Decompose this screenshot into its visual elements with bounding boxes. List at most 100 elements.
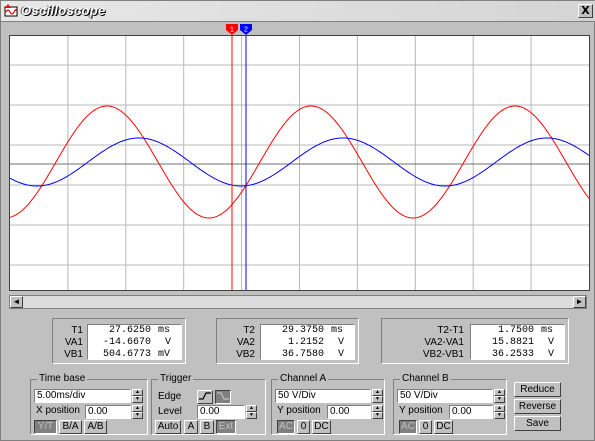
va-diff-label: VA2-VA1	[424, 337, 464, 348]
falling-edge-icon	[217, 392, 229, 400]
channel-a-scale-spinner[interactable]: ▲ ▼	[372, 389, 383, 403]
t1-label: T1	[71, 325, 83, 336]
t1-value: 27.6250	[108, 325, 151, 336]
grid	[10, 36, 589, 290]
vb1-unit: mV	[158, 349, 171, 360]
edge-label: Edge	[158, 391, 182, 402]
channel-b-ac-button[interactable]: AC	[399, 420, 417, 434]
trigger-auto-button[interactable]: Auto	[155, 420, 181, 434]
t2-row: T2 29.3750 ms	[217, 325, 358, 337]
channel-a-ac-button[interactable]: AC	[277, 420, 295, 434]
t2-cursor-handle[interactable]: 2	[240, 24, 252, 35]
trigger-ext-button[interactable]: Ext	[216, 420, 236, 434]
va-diff-value: 15.8821	[491, 337, 534, 348]
t2-cursor-label: 2	[244, 27, 248, 34]
title-bar[interactable]: Oscilloscope X	[1, 1, 595, 22]
scroll-right-button[interactable]: ►	[573, 296, 586, 308]
t1-cursor-label: 1	[230, 27, 234, 34]
spin-up-icon[interactable]: ▲	[372, 389, 383, 396]
t1-cursor-handle[interactable]: 1	[226, 24, 238, 35]
rising-edge-icon	[199, 392, 211, 400]
horizontal-scrollbar[interactable]: ◄ ►	[9, 295, 587, 309]
rising-edge-button[interactable]	[197, 390, 213, 404]
spin-up-icon[interactable]: ▲	[372, 405, 383, 412]
t2-value: 29.3750	[281, 325, 324, 336]
t2-t1-row: T2-T1 1.7500 ms	[382, 325, 568, 337]
timebase-scale-field[interactable]: 5.00ms/div	[34, 389, 131, 403]
channel-a-ypos-spinner[interactable]: ▲ ▼	[372, 405, 383, 419]
channel-b-title: Channel B	[400, 373, 451, 384]
waveform-display	[9, 36, 590, 290]
spin-up-icon[interactable]: ▲	[494, 405, 505, 412]
channel-b-ypos-label: Y position	[399, 405, 443, 416]
t1-row: T1 27.6250 ms	[53, 325, 185, 337]
mode-ab-button[interactable]: A/B	[84, 420, 107, 434]
reverse-button[interactable]: Reverse	[514, 399, 561, 414]
x-position-spinner[interactable]: ▲ ▼	[132, 405, 143, 419]
spin-down-icon[interactable]: ▼	[372, 396, 383, 403]
vb2-value: 36.7580	[281, 349, 324, 360]
spin-up-icon[interactable]: ▲	[246, 405, 257, 412]
spin-down-icon[interactable]: ▼	[132, 412, 143, 419]
channel-a-ypos-field[interactable]: 0.00	[327, 405, 371, 419]
vb-diff-row: VB2-VB1 36.2533 V	[382, 349, 568, 361]
x-position-field[interactable]: 0.00	[85, 405, 131, 419]
vb2-unit: V	[338, 349, 345, 360]
va2-row: VA2 1.2152 V	[217, 337, 358, 349]
vb-diff-label: VB2-VB1	[422, 349, 464, 360]
channel-b-dc-button[interactable]: DC	[434, 420, 453, 434]
trigger-group: Trigger Edge Level 0.00 ▲ ▼ Auto A B Ext	[151, 373, 266, 435]
save-button[interactable]: Save	[514, 416, 561, 431]
t2-unit: ms	[331, 325, 344, 336]
trigger-title: Trigger	[158, 373, 194, 384]
t1-unit: ms	[158, 325, 171, 336]
channel-b-scale-spinner[interactable]: ▲ ▼	[494, 389, 505, 403]
channel-b-ypos-field[interactable]: 0.00	[449, 405, 493, 419]
scroll-left-button[interactable]: ◄	[10, 296, 23, 308]
reduce-button[interactable]: Reduce	[514, 382, 561, 397]
channel-a-scale-field[interactable]: 50 V/Div	[275, 389, 371, 403]
va2-label: VA2	[236, 337, 255, 348]
spin-up-icon[interactable]: ▲	[494, 389, 505, 396]
x-position-label: X position	[36, 405, 80, 416]
level-label: Level	[158, 406, 182, 417]
oscilloscope-window: Oscilloscope X 1 2 ◄ ► T1 27.6250 ms VA1	[0, 0, 595, 441]
mode-ba-button[interactable]: B/A	[59, 420, 82, 434]
timebase-group: Time base 5.00ms/div ▲ ▼ X position 0.00 …	[30, 373, 148, 435]
spin-down-icon[interactable]: ▼	[494, 396, 505, 403]
trigger-level-field[interactable]: 0.00	[197, 405, 245, 419]
channel-a-dc-button[interactable]: DC	[312, 420, 331, 434]
timebase-title: Time base	[37, 373, 88, 384]
channel-a-title: Channel A	[278, 373, 329, 384]
channel-b-scale-field[interactable]: 50 V/Div	[397, 389, 493, 403]
vb2-row: VB2 36.7580 V	[217, 349, 358, 361]
t1-readout-panel: T1 27.6250 ms VA1 -14.6670 V VB1 504.677…	[52, 318, 186, 364]
channel-a-ypos-label: Y position	[277, 405, 321, 416]
va1-unit: V	[165, 337, 172, 348]
channel-b-zero-button[interactable]: 0	[419, 420, 432, 434]
trigger-a-button[interactable]: A	[184, 420, 198, 434]
oscilloscope-screen[interactable]	[9, 35, 590, 291]
t2-t1-value: 1.7500	[497, 325, 534, 336]
spin-down-icon[interactable]: ▼	[246, 412, 257, 419]
spin-down-icon[interactable]: ▼	[132, 396, 143, 403]
vb-diff-value: 36.2533	[491, 349, 534, 360]
mode-yt-button[interactable]: Y/T	[34, 420, 57, 434]
close-button[interactable]: X	[578, 4, 593, 18]
oscilloscope-app-icon	[4, 4, 18, 17]
spin-down-icon[interactable]: ▼	[372, 412, 383, 419]
t2-readout-panel: T2 29.3750 ms VA2 1.2152 V VB2 36.7580 V	[216, 318, 359, 364]
spin-up-icon[interactable]: ▲	[132, 389, 143, 396]
va2-value: 1.2152	[287, 337, 324, 348]
trigger-level-spinner[interactable]: ▲ ▼	[246, 405, 257, 419]
timebase-spinner[interactable]: ▲ ▼	[132, 389, 143, 403]
spin-down-icon[interactable]: ▼	[494, 412, 505, 419]
channel-b-ypos-spinner[interactable]: ▲ ▼	[494, 405, 505, 419]
trigger-b-button[interactable]: B	[200, 420, 214, 434]
spin-up-icon[interactable]: ▲	[132, 405, 143, 412]
channel-b-group: Channel B 50 V/Div ▲ ▼ Y position 0.00 ▲ ▼…	[393, 373, 507, 435]
falling-edge-button[interactable]	[215, 390, 231, 404]
channel-a-group: Channel A 50 V/Div ▲ ▼ Y position 0.00 ▲ ▼…	[271, 373, 385, 435]
channel-a-zero-button[interactable]: 0	[297, 420, 310, 434]
va1-label: VA1	[64, 337, 83, 348]
